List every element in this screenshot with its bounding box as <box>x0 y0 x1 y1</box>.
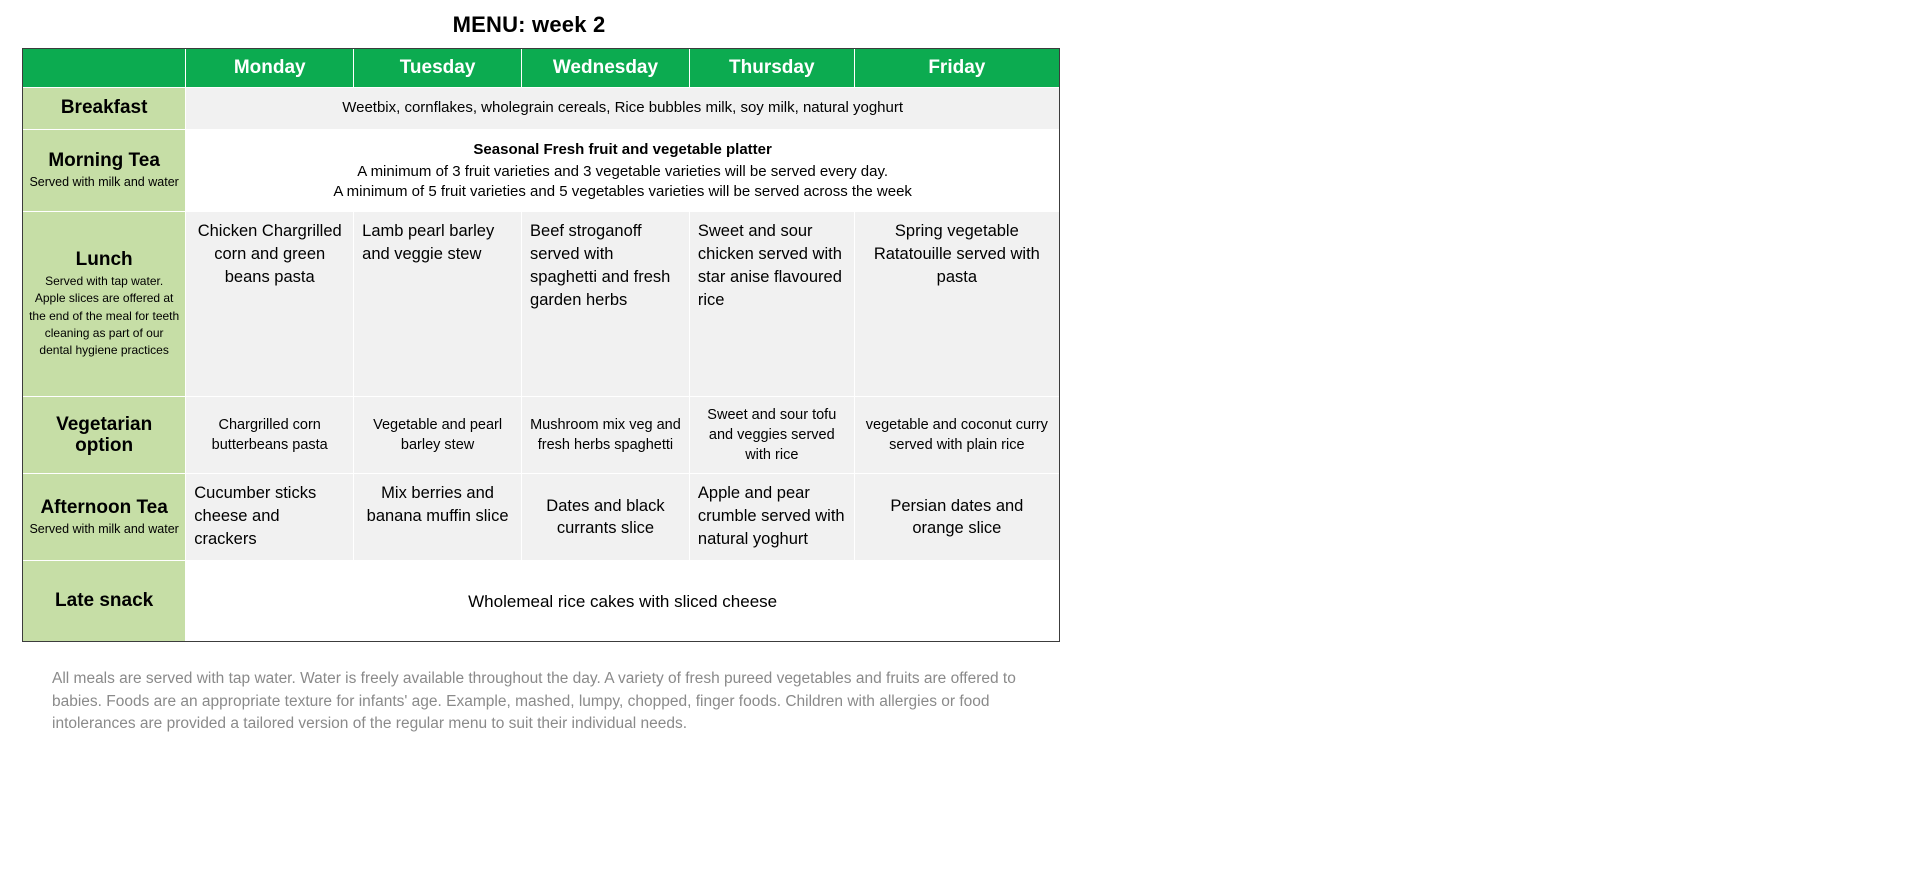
cell-afternoon-tea-tuesday: Mix berries and banana muffin slice <box>353 473 523 562</box>
cell-lunch-thursday: Sweet and sour chicken served with star … <box>689 211 855 398</box>
column-header-thursday: Thursday <box>689 49 855 88</box>
table-row-afternoon-tea: Afternoon Tea Served with milk and water… <box>23 473 1059 562</box>
menu-page: MENU: week 2 Monday Tuesday Wednesday Th… <box>0 0 1920 875</box>
table-header: Monday Tuesday Wednesday Thursday Friday <box>23 49 1059 88</box>
column-header-monday: Monday <box>185 49 355 88</box>
cell-morning-tea-all-days: Seasonal Fresh fruit and vegetable platt… <box>185 129 1059 213</box>
column-header-tuesday: Tuesday <box>353 49 523 88</box>
morning-tea-heading: Seasonal Fresh fruit and vegetable platt… <box>473 140 772 158</box>
cell-vegetarian-friday: vegetable and coconut curry served with … <box>854 396 1059 475</box>
cell-lunch-wednesday: Beef stroganoff served with spaghetti an… <box>521 211 690 398</box>
row-label-afternoon-tea-subtitle: Served with milk and water <box>29 521 179 536</box>
cell-vegetarian-thursday: Sweet and sour tofu and veggies served w… <box>689 396 855 475</box>
row-label-vegetarian-option-title: Vegetarian option <box>56 413 153 457</box>
table-row-breakfast: Breakfast Weetbix, cornflakes, wholegrai… <box>23 87 1059 130</box>
cell-lunch-tuesday: Lamb pearl barley and veggie stew <box>353 211 523 398</box>
row-label-morning-tea: Morning Tea Served with milk and water <box>23 129 187 213</box>
table-row-vegetarian-option: Vegetarian option Chargrilled corn butte… <box>23 396 1059 475</box>
row-label-late-snack: Late snack <box>23 560 187 642</box>
row-label-afternoon-tea: Afternoon Tea Served with milk and water <box>23 473 187 562</box>
row-label-lunch: Lunch Served with tap water. Apple slice… <box>23 211 187 398</box>
row-label-lunch-title: Lunch <box>75 248 133 270</box>
table-row-late-snack: Late snack Wholemeal rice cakes with sli… <box>23 560 1059 642</box>
cell-afternoon-tea-wednesday: Dates and black currants slice <box>521 473 690 562</box>
menu-footnote: All meals are served with tap water. Wat… <box>52 670 1016 733</box>
cell-breakfast-all-days: Weetbix, cornflakes, wholegrain cereals,… <box>185 87 1059 130</box>
row-label-vegetarian-option: Vegetarian option <box>23 396 187 475</box>
cell-late-snack-all-days: Wholemeal rice cakes with sliced cheese <box>185 560 1059 642</box>
cell-afternoon-tea-monday: Cucumber sticks cheese and crackers <box>185 473 355 562</box>
page-title: MENU: week 2 <box>452 12 606 37</box>
column-header-friday: Friday <box>854 49 1059 88</box>
table-row-morning-tea: Morning Tea Served with milk and water S… <box>23 129 1059 213</box>
table-body: Breakfast Weetbix, cornflakes, wholegrai… <box>23 87 1059 642</box>
cell-vegetarian-monday: Chargrilled corn butterbeans pasta <box>185 396 355 475</box>
row-label-breakfast-title: Breakfast <box>60 97 148 119</box>
weekly-menu-table: Monday Tuesday Wednesday Thursday Friday… <box>23 49 1059 642</box>
row-label-breakfast: Breakfast <box>23 87 187 130</box>
cell-vegetarian-tuesday: Vegetable and pearl barley stew <box>353 396 523 475</box>
menu-table-container: Monday Tuesday Wednesday Thursday Friday… <box>22 48 1060 643</box>
day-header-row: Monday Tuesday Wednesday Thursday Friday <box>23 49 1059 88</box>
header-corner-cell <box>23 49 187 88</box>
row-label-morning-tea-title: Morning Tea <box>48 150 160 172</box>
table-row-lunch: Lunch Served with tap water. Apple slice… <box>23 211 1059 398</box>
morning-tea-detail-1: A minimum of 3 fruit varieties and 3 veg… <box>357 163 889 181</box>
column-header-wednesday: Wednesday <box>521 49 690 88</box>
cell-lunch-monday: Chicken Chargrilled corn and green beans… <box>185 211 355 398</box>
row-label-afternoon-tea-title: Afternoon Tea <box>40 497 168 519</box>
row-label-morning-tea-subtitle: Served with milk and water <box>29 175 179 190</box>
cell-afternoon-tea-thursday: Apple and pear crumble served with natur… <box>689 473 855 562</box>
morning-tea-detail-2: A minimum of 5 fruit varieties and 5 veg… <box>333 182 912 200</box>
cell-afternoon-tea-friday: Persian dates and orange slice <box>854 473 1059 562</box>
row-label-late-snack-title: Late snack <box>55 590 154 612</box>
cell-lunch-friday: Spring vegetable Ratatouille served with… <box>854 211 1059 398</box>
cell-vegetarian-wednesday: Mushroom mix veg and fresh herbs spaghet… <box>521 396 690 475</box>
row-label-lunch-subtitle: Served with tap water. Apple slices are … <box>29 273 180 358</box>
